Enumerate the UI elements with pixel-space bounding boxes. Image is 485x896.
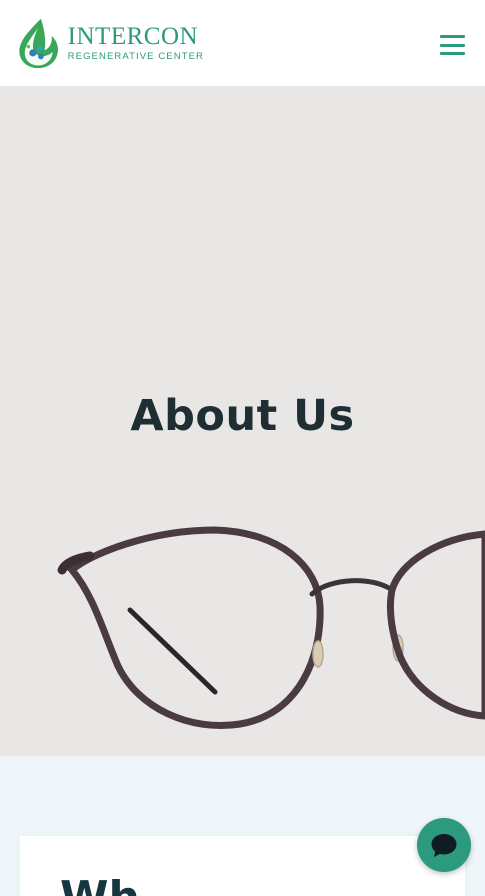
hero-banner: About Us — [0, 86, 485, 756]
intercon-logo[interactable]: INTERCON REGENERATIVE CENTER — [14, 14, 204, 72]
card-heading: Wh — [60, 872, 140, 896]
logo-drop-icon — [19, 18, 58, 69]
hamburger-icon-bar — [440, 35, 465, 38]
hamburger-icon-bar — [440, 52, 465, 55]
chat-button[interactable] — [417, 818, 471, 872]
page-title: About Us — [130, 391, 355, 441]
hamburger-icon-bar — [440, 43, 465, 47]
brand-tagline: REGENERATIVE CENTER — [67, 51, 204, 62]
hamburger-menu-button[interactable] — [440, 35, 465, 55]
chat-bubble-icon — [431, 834, 457, 857]
brand-name: INTERCON — [67, 23, 199, 50]
site-header: INTERCON REGENERATIVE CENTER — [0, 0, 485, 86]
content-card: Wh — [20, 836, 465, 896]
